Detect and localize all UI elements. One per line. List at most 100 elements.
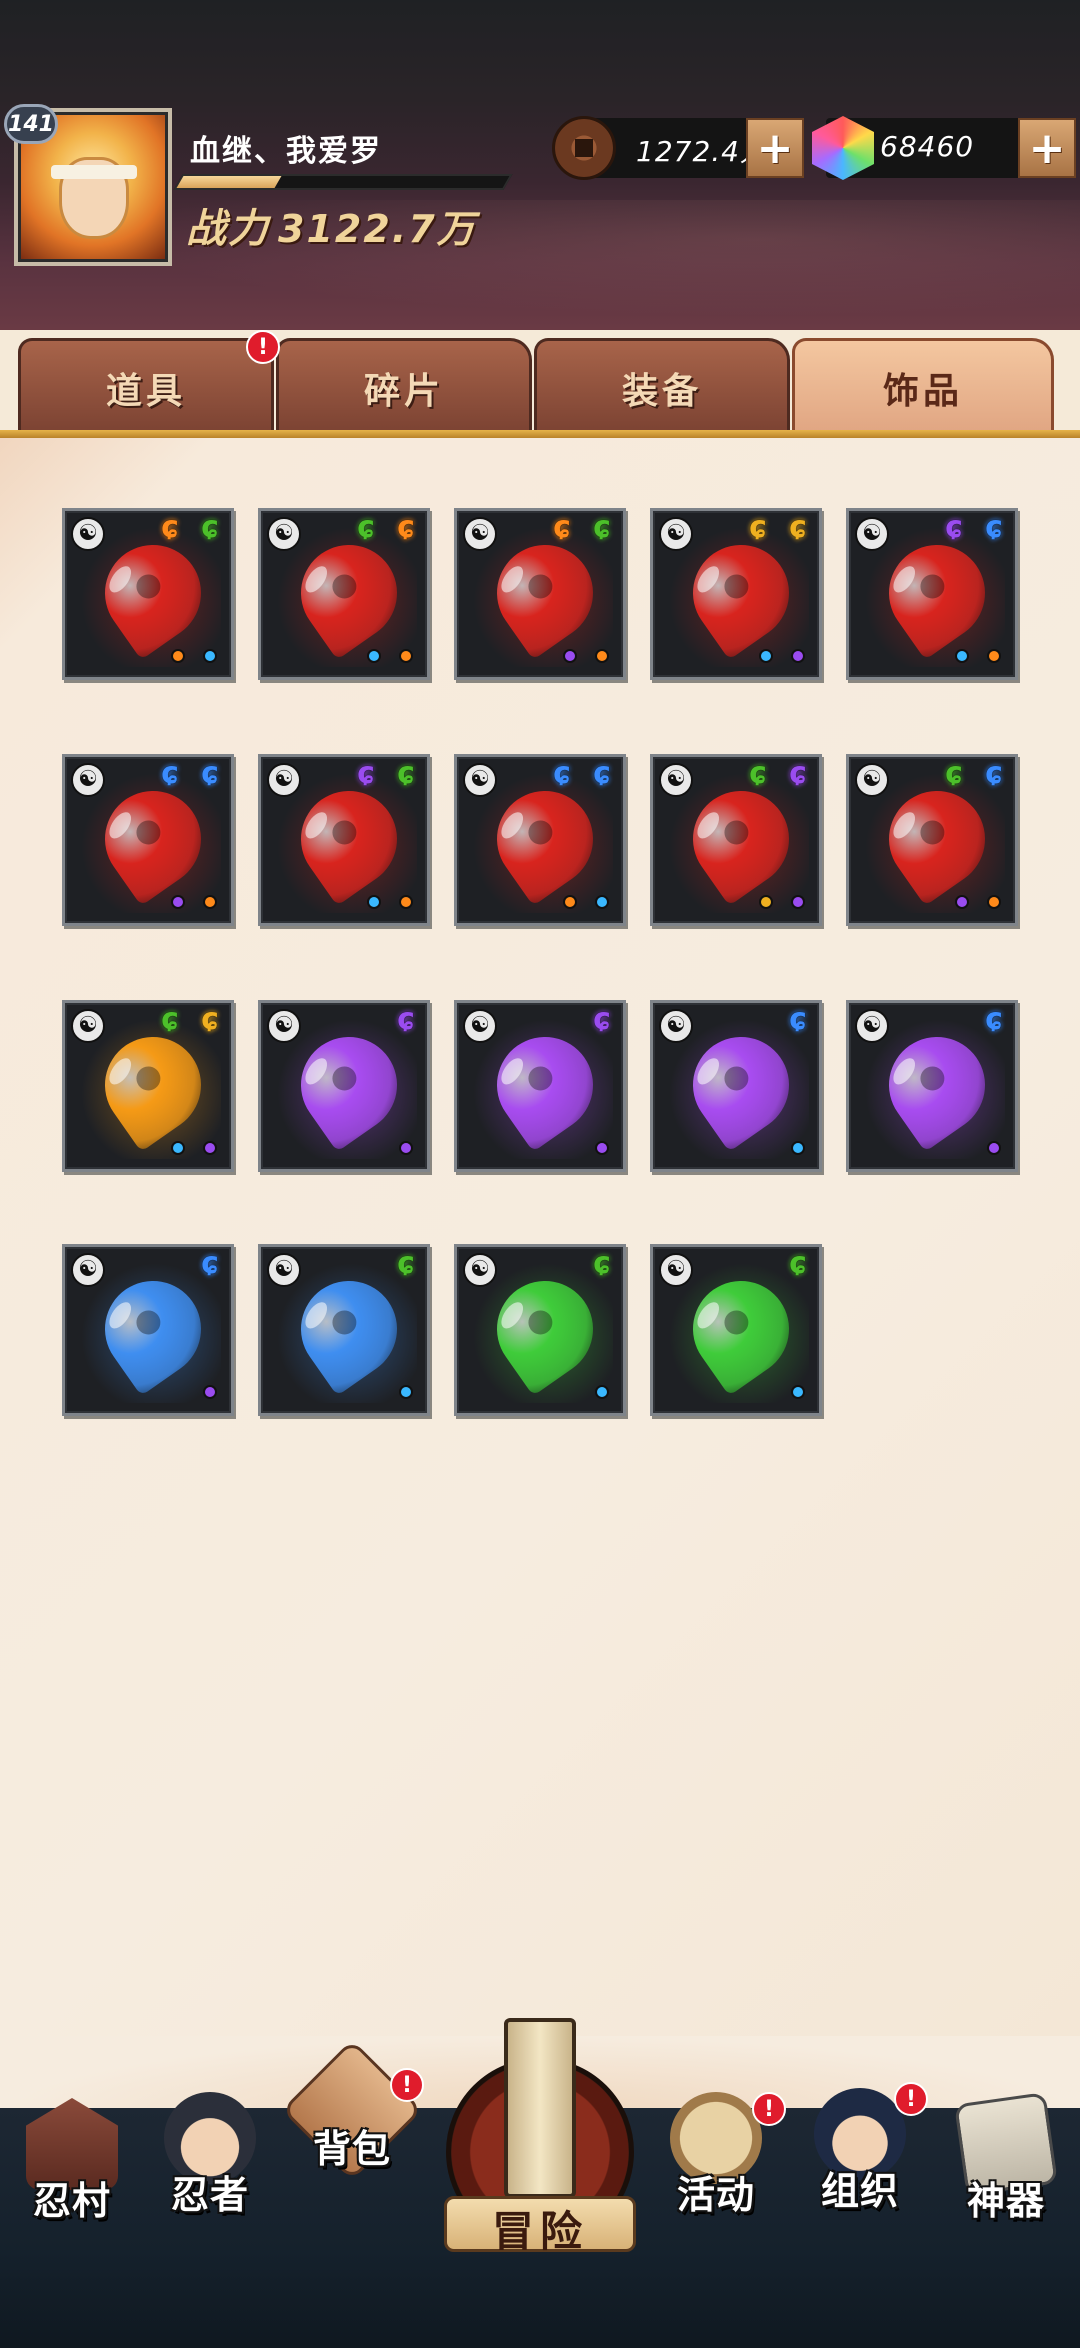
nav-activity-badge: ! xyxy=(752,2092,786,2126)
add-coins-button[interactable]: + xyxy=(746,118,804,178)
flame-icon: ɕ xyxy=(945,510,963,545)
gem-socket-dot xyxy=(987,649,1001,663)
gem-socket-dot xyxy=(203,649,217,663)
scroll-icon xyxy=(504,2018,576,2198)
nav-ninja-label: 忍者 xyxy=(170,2173,249,2217)
nav-organization-badge: ! xyxy=(894,2082,928,2116)
flame-icon: ɕ xyxy=(201,756,219,791)
yin-yang-icon: ☯ xyxy=(659,1009,693,1043)
gem-socket-dot xyxy=(367,895,381,909)
gem-socket-dot xyxy=(399,895,413,909)
power-label: 战力 xyxy=(186,206,270,252)
exp-bar-fill xyxy=(176,176,282,188)
gem-socket-dot xyxy=(791,649,805,663)
flame-icon: ɕ xyxy=(161,510,179,545)
flame-icon: ɕ xyxy=(749,756,767,791)
gem-socket-dot xyxy=(791,1385,805,1399)
yin-yang-icon: ☯ xyxy=(463,1253,497,1287)
accessory-slot[interactable]: ☯ ɕ xyxy=(62,1244,234,1416)
accessory-slot[interactable]: ☯ ɕ ɕ xyxy=(846,754,1018,926)
tab-underline xyxy=(0,430,1080,438)
nav-activity-label: 活动 xyxy=(676,2173,755,2217)
accessory-slot[interactable]: ☯ ɕ xyxy=(650,1244,822,1416)
accessory-slot[interactable]: ☯ ɕ ɕ xyxy=(258,508,430,680)
nav-adventure-label: 冒险 xyxy=(491,2207,588,2256)
gem-socket-dot xyxy=(595,1141,609,1155)
accessory-slot[interactable]: ☯ ɕ ɕ xyxy=(258,754,430,926)
flame-icon: ɕ xyxy=(945,756,963,791)
nav-artifact[interactable]: 神器 xyxy=(946,2092,1066,2248)
nav-organization-label: 组织 xyxy=(820,2169,899,2213)
gem-socket-dot xyxy=(203,895,217,909)
accessory-slot[interactable]: ☯ ɕ ɕ xyxy=(454,508,626,680)
gem-socket-dot xyxy=(791,1141,805,1155)
gem-socket-dot xyxy=(203,1385,217,1399)
gem-socket-dot xyxy=(171,649,185,663)
flame-icon: ɕ xyxy=(749,510,767,545)
add-gems-button[interactable]: + xyxy=(1018,118,1076,178)
gem-socket-dot xyxy=(987,1141,1001,1155)
accessory-slot[interactable]: ☯ ɕ xyxy=(650,1000,822,1172)
flame-icon: ɕ xyxy=(593,1002,611,1037)
tab-equipment[interactable]: 装备 xyxy=(534,338,790,434)
nav-adventure[interactable]: 冒险 xyxy=(440,2018,640,2256)
yin-yang-icon: ☯ xyxy=(267,1009,301,1043)
gem-socket-dot xyxy=(791,895,805,909)
flame-icon: ɕ xyxy=(553,756,571,791)
accessory-slot[interactable]: ☯ ɕ ɕ xyxy=(62,508,234,680)
tab-items-badge: ! xyxy=(246,330,280,364)
flame-icon: ɕ xyxy=(201,510,219,545)
gem-amount: 68460 xyxy=(880,130,975,163)
avatar-headband xyxy=(51,165,137,179)
accessory-slot[interactable]: ☯ ɕ ɕ xyxy=(454,754,626,926)
tab-fragments-label: 碎片 xyxy=(363,370,444,412)
gem-socket-dot xyxy=(955,649,969,663)
accessory-slot[interactable]: ☯ ɕ ɕ xyxy=(650,508,822,680)
yin-yang-icon: ☯ xyxy=(71,1009,105,1043)
accessory-slot[interactable]: ☯ ɕ xyxy=(454,1000,626,1172)
yin-yang-icon: ☯ xyxy=(267,517,301,551)
gem-socket-dot xyxy=(171,895,185,909)
player-name: 血继、我爱罗 xyxy=(190,134,382,169)
accessory-slot[interactable]: ☯ ɕ xyxy=(846,1000,1018,1172)
flame-icon: ɕ xyxy=(985,510,1003,545)
yin-yang-icon: ☯ xyxy=(855,517,889,551)
flame-icon: ɕ xyxy=(789,756,807,791)
nav-ninja[interactable]: 忍者 xyxy=(150,2092,270,2242)
yin-yang-icon: ☯ xyxy=(267,763,301,797)
gem-socket-dot xyxy=(595,649,609,663)
nav-bag-label: 背包 xyxy=(312,2127,391,2171)
accessory-slot[interactable]: ☯ ɕ ɕ xyxy=(62,754,234,926)
tab-equipment-label: 装备 xyxy=(621,370,702,412)
gem-socket-dot xyxy=(563,649,577,663)
gem-socket-dot xyxy=(759,649,773,663)
yin-yang-icon: ☯ xyxy=(463,1009,497,1043)
yin-yang-icon: ☯ xyxy=(659,517,693,551)
flame-icon: ɕ xyxy=(397,1246,415,1281)
yin-yang-icon: ☯ xyxy=(267,1253,301,1287)
nav-village-label: 忍村 xyxy=(32,2179,111,2223)
tab-accessories[interactable]: 饰品 xyxy=(792,338,1054,434)
yin-yang-icon: ☯ xyxy=(463,763,497,797)
gem-socket-dot xyxy=(171,1141,185,1155)
accessory-slot[interactable]: ☯ ɕ xyxy=(258,1244,430,1416)
flame-icon: ɕ xyxy=(593,510,611,545)
flame-icon: ɕ xyxy=(789,510,807,545)
accessory-slot[interactable]: ☯ ɕ ɕ xyxy=(62,1000,234,1172)
power-value: 3122.7万 xyxy=(278,207,477,251)
accessory-slot[interactable]: ☯ ɕ xyxy=(258,1000,430,1172)
accessory-slot[interactable]: ☯ ɕ ɕ xyxy=(650,754,822,926)
yin-yang-icon: ☯ xyxy=(71,1253,105,1287)
tab-fragments[interactable]: 碎片 xyxy=(276,338,532,434)
accessory-slot[interactable]: ☯ ɕ ɕ xyxy=(846,508,1018,680)
flame-icon: ɕ xyxy=(397,1002,415,1037)
nav-village[interactable]: 忍村 xyxy=(12,2098,132,2248)
yin-yang-icon: ☯ xyxy=(71,517,105,551)
flame-icon: ɕ xyxy=(789,1002,807,1037)
tab-items[interactable]: 道具 xyxy=(18,338,274,434)
flame-icon: ɕ xyxy=(201,1246,219,1281)
yin-yang-icon: ☯ xyxy=(71,763,105,797)
accessory-slot[interactable]: ☯ ɕ xyxy=(454,1244,626,1416)
gem-socket-dot xyxy=(595,895,609,909)
flame-icon: ɕ xyxy=(789,1246,807,1281)
